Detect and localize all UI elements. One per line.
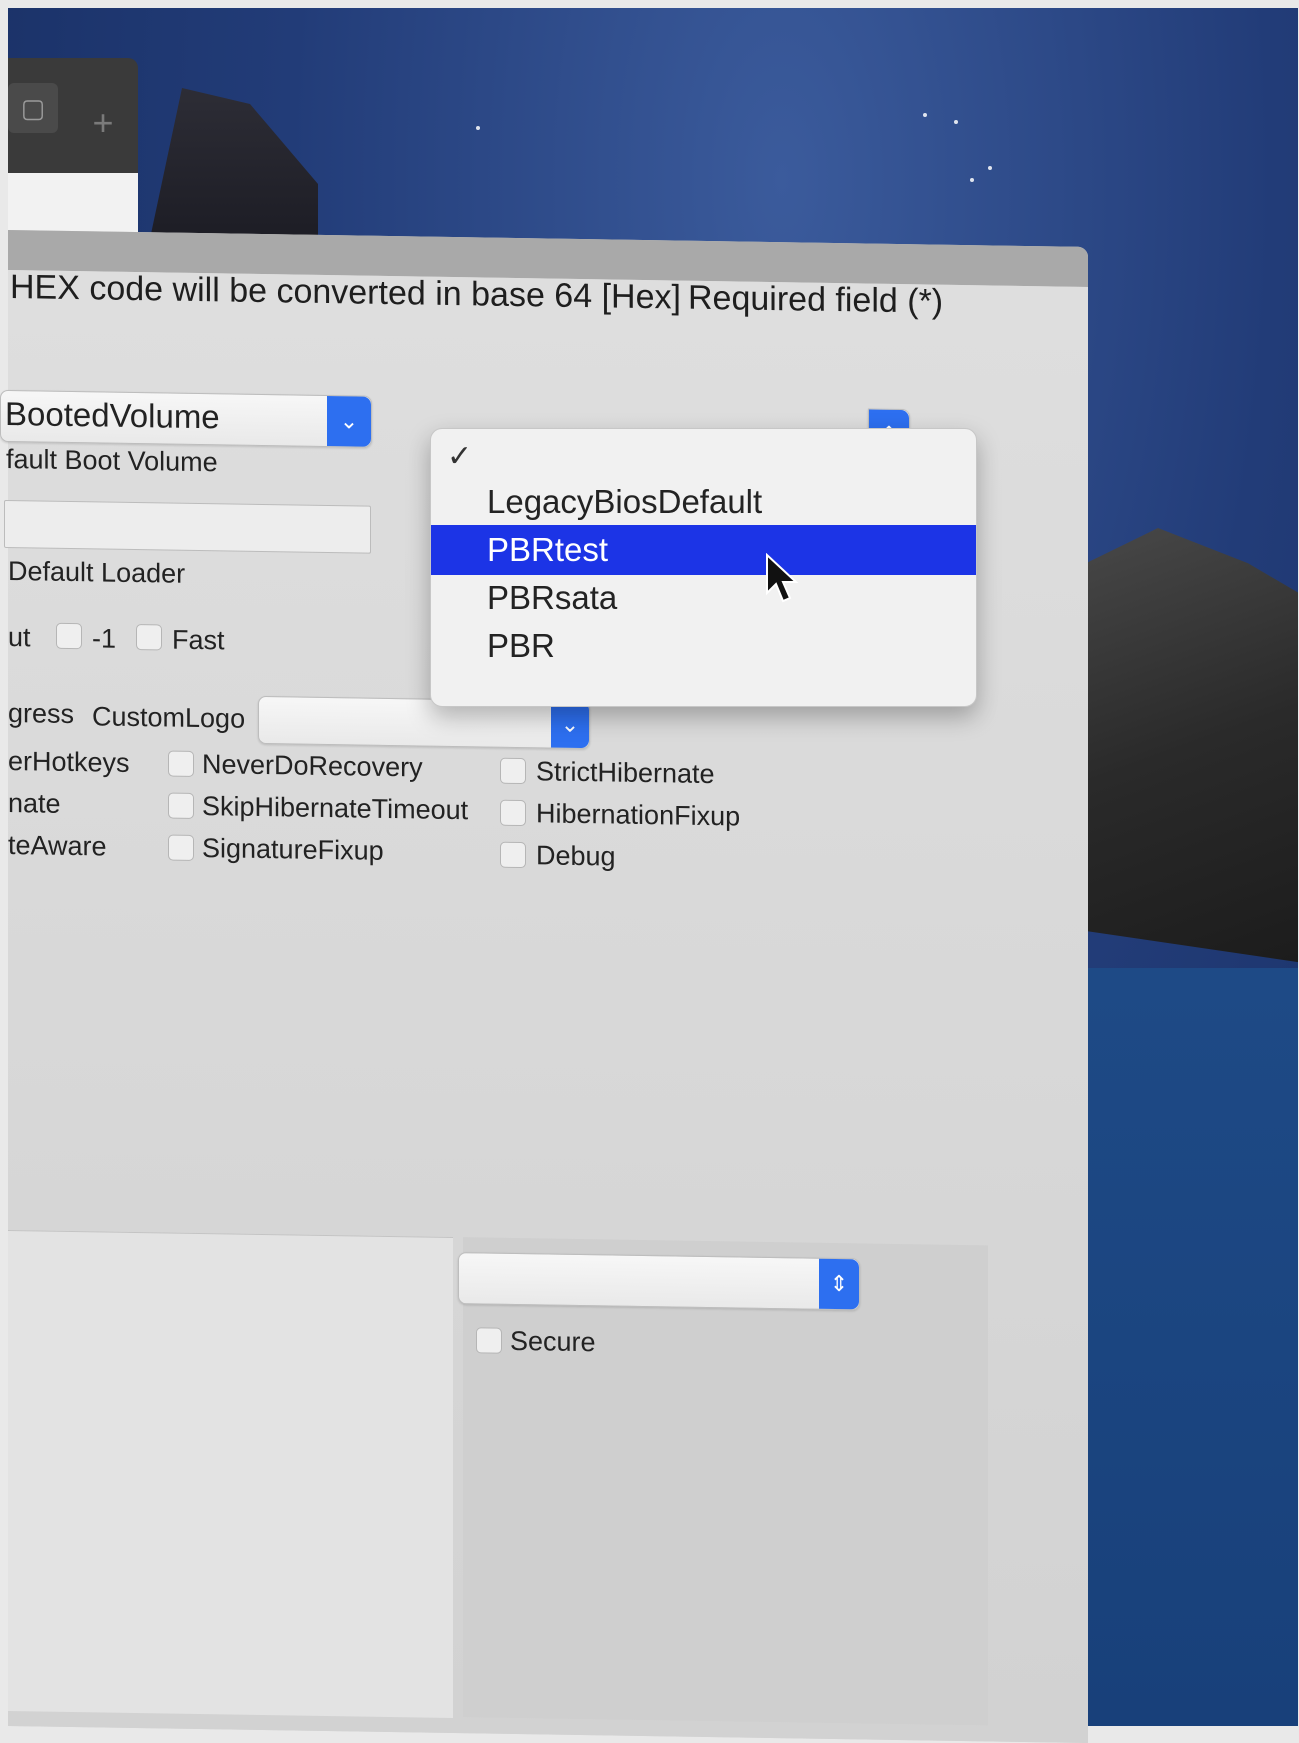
strict-hibernate-checkbox[interactable]	[500, 757, 526, 785]
default-loader-field[interactable]	[4, 499, 371, 554]
minus-one-label: -1	[92, 623, 117, 654]
option-left-2: nate	[8, 788, 61, 819]
chevron-down-icon: ⌄	[327, 396, 371, 447]
window-tab-icon[interactable]: ▢	[8, 83, 58, 133]
never-do-recovery-label: NeverDoRecovery	[202, 749, 423, 783]
fast-label: Fast	[172, 624, 225, 656]
option-left-3: teAware	[8, 830, 107, 862]
timeout-label: ut	[8, 622, 31, 653]
skip-hibernate-timeout-checkbox[interactable]	[168, 792, 194, 819]
strict-hibernate-label: StrictHibernate	[536, 756, 715, 790]
progress-label: gress	[8, 698, 75, 730]
default-volume-value: BootedVolume	[5, 394, 220, 436]
bottom-popup[interactable]: ⇕	[458, 1252, 860, 1311]
debug-checkbox[interactable]	[500, 841, 526, 869]
bottom-list-area[interactable]	[8, 1230, 453, 1718]
secure-checkbox[interactable]	[476, 1327, 502, 1354]
signature-fixup-checkbox[interactable]	[168, 834, 194, 861]
secure-label: Secure	[510, 1325, 596, 1358]
bottom-options-area	[463, 1237, 988, 1726]
star	[476, 126, 480, 130]
boot-option-dropdown-menu[interactable]: ✓ LegacyBiosDefault PBRtest PBRsata PBR	[430, 428, 977, 707]
custom-logo-label: CustomLogo	[92, 701, 246, 734]
menu-item-pbrsata[interactable]: PBRsata	[431, 573, 976, 623]
star	[988, 166, 992, 170]
default-volume-label: fault Boot Volume	[6, 443, 218, 478]
required-field-hint: Required field (*)	[688, 278, 944, 321]
default-volume-popup[interactable]: BootedVolume ⌄	[0, 389, 372, 448]
hibernation-fixup-label: HibernationFixup	[536, 798, 741, 832]
skip-hibernate-timeout-label: SkipHibernateTimeout	[202, 791, 469, 826]
fast-checkbox[interactable]	[136, 624, 162, 651]
updown-icon: ⇕	[819, 1258, 859, 1310]
menu-item-pbr[interactable]: PBR	[431, 621, 976, 671]
option-left-1: erHotkeys	[8, 746, 130, 778]
rock-scenery	[148, 88, 318, 248]
mouse-pointer-icon	[766, 553, 799, 603]
star	[970, 178, 974, 182]
hibernation-fixup-checkbox[interactable]	[500, 799, 526, 827]
background-window[interactable]: ▢ +	[8, 58, 138, 238]
background-window-content	[8, 173, 138, 238]
checkmark-icon: ✓	[447, 440, 473, 473]
star	[954, 120, 958, 124]
new-tab-plus-icon[interactable]: +	[78, 98, 128, 148]
timeout-minus-one-checkbox[interactable]	[56, 622, 82, 650]
default-loader-label: Default Loader	[8, 556, 186, 589]
never-do-recovery-checkbox[interactable]	[168, 750, 194, 777]
menu-item-pbrtest[interactable]: PBRtest	[431, 525, 976, 575]
signature-fixup-label: SignatureFixup	[202, 833, 384, 866]
menu-item-legacy-bios-default[interactable]: LegacyBiosDefault	[431, 477, 976, 527]
star	[923, 113, 927, 117]
debug-label: Debug	[536, 840, 616, 872]
chevron-down-icon: ⌄	[551, 701, 589, 749]
